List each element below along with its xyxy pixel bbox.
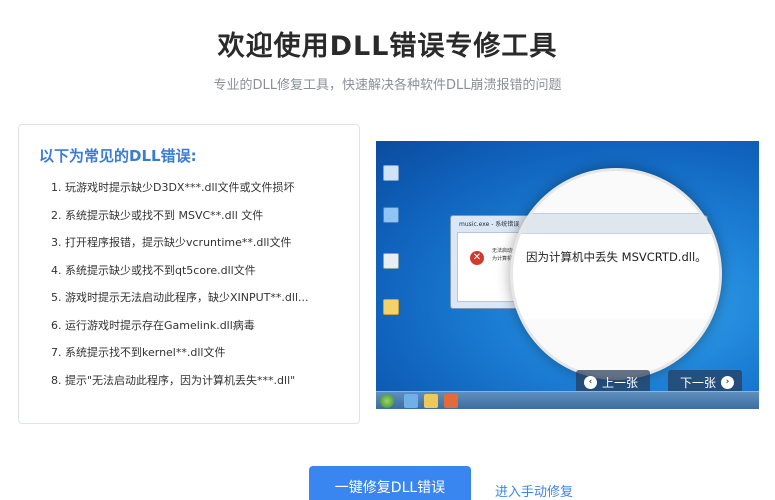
chevron-left-icon: ‹	[584, 375, 597, 389]
error-list-item: 7. 系统提示找不到kernel**.dll文件	[51, 346, 226, 359]
error-list-item: 6. 运行游戏时提示存在Gamelink.dll病毒	[51, 318, 255, 332]
recycle-bin-icon	[380, 253, 402, 269]
magnified-error-text: 因为计算机中丢失 MSVCRTD.dll。	[523, 247, 710, 267]
computer-icon	[380, 165, 402, 183]
page-title: 欢迎使用DLL错误专修工具	[217, 31, 558, 62]
error-screenshot-carousel: music.exe - 系统错误 ✕ 无法启动此程序因为计算机 因为计算机中丢失…	[376, 141, 759, 409]
network-icon	[380, 207, 402, 223]
next-label: 下一张	[679, 375, 716, 390]
card-title: 以下为常见的DLL错误:	[39, 147, 197, 165]
error-list: 1. 玩游戏时提示缺少D3DX***.dll文件或文件损坏 2. 系统提示缺少或…	[51, 181, 351, 401]
error-icon: ✕	[470, 251, 484, 265]
page: 欢迎使用DLL错误专修工具 专业的DLL修复工具，快速解决各种软件DLL崩溃报错…	[0, 0, 775, 500]
ie-icon	[404, 394, 418, 408]
taskbar	[376, 391, 759, 409]
magnifier-lens: 因为计算机中丢失 MSVCRTD.dll。	[510, 168, 722, 380]
page-subtitle: 专业的DLL修复工具，快速解决各种软件DLL崩溃报错的问题	[213, 78, 562, 93]
error-list-item: 4. 系统提示缺少或找不到qt5core.dll文件	[51, 263, 256, 277]
error-list-item: 8. 提示"无法启动此程序，因为计算机丢失***.dll"	[51, 373, 296, 387]
prev-label: 上一张	[602, 375, 639, 390]
manual-fix-link[interactable]: 进入手动修复	[495, 481, 573, 500]
one-click-fix-button[interactable]: 一键修复DLL错误	[309, 466, 471, 500]
media-icon	[444, 394, 458, 408]
magnified-panel	[513, 233, 719, 319]
common-errors-card: 以下为常见的DLL错误: 1. 玩游戏时提示缺少D3DX***.dll文件或文件…	[18, 124, 360, 424]
error-list-item: 5. 游戏时提示无法启动此程序，缺少XINPUT**.dll...	[51, 291, 309, 304]
chevron-right-icon: ›	[721, 375, 734, 389]
error-list-item: 1. 玩游戏时提示缺少D3DX***.dll文件或文件损坏	[51, 181, 295, 194]
error-list-item: 3. 打开程序报错，提示缺少vcruntime**.dll文件	[51, 236, 292, 249]
explorer-icon	[424, 394, 438, 408]
error-list-item: 2. 系统提示缺少或找不到 MSVC**.dll 文件	[51, 208, 264, 222]
folder-icon	[380, 299, 402, 315]
start-icon	[380, 394, 394, 408]
